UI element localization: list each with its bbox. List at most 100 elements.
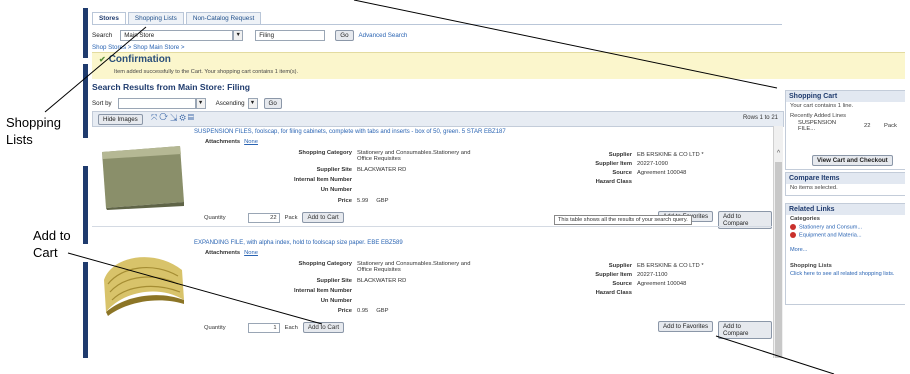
add-to-cart-button[interactable]: Add to Cart bbox=[302, 212, 344, 223]
category-link-text: Equipment and Materia... bbox=[799, 232, 862, 239]
category-icon bbox=[790, 232, 796, 239]
search-input[interactable]: Filing bbox=[255, 30, 326, 41]
recent-line-uom: Pack bbox=[884, 123, 897, 129]
source: Source Agreement 100048 bbox=[562, 281, 686, 287]
uom-label: Each bbox=[284, 324, 298, 331]
gear-icon[interactable]: ⚙ bbox=[179, 113, 187, 122]
value: Agreement 100048 bbox=[637, 170, 687, 176]
cart-status: Your cart contains 1 line. bbox=[790, 103, 854, 109]
check-icon: ✔ bbox=[99, 55, 106, 64]
label: Supplier Item bbox=[595, 272, 632, 278]
tab-divider bbox=[92, 24, 782, 25]
search-label: Search bbox=[92, 32, 113, 39]
value: Stationery and Consumables.Stationery an… bbox=[357, 261, 470, 273]
value: BLACKWATER RD bbox=[357, 278, 407, 284]
label: Hazard Class bbox=[595, 290, 632, 296]
supplier-site: Supplier Site BLACKWATER RD bbox=[252, 167, 407, 173]
callout-text: Lists bbox=[6, 132, 33, 147]
results-list: SUSPENSION FILES, foolscap, for filing c… bbox=[92, 126, 772, 358]
label: Un Number bbox=[320, 187, 352, 193]
advanced-search-link[interactable]: Advanced Search bbox=[359, 32, 408, 39]
cart-title: Shopping Cart bbox=[786, 91, 905, 102]
callout-text: Shopping bbox=[6, 115, 61, 130]
attachments-link[interactable]: None bbox=[244, 250, 258, 256]
quantity-input[interactable]: 1 bbox=[247, 322, 280, 333]
add-to-compare-button[interactable]: Add to Compare bbox=[718, 321, 772, 339]
store-select[interactable]: Main Store bbox=[120, 30, 234, 41]
recent-lines-label: Recently Added Lines bbox=[790, 113, 847, 119]
search-go-button[interactable]: Go bbox=[335, 30, 354, 41]
value: 20227-1090 bbox=[637, 161, 668, 167]
product-image-expanding-file[interactable] bbox=[98, 250, 188, 321]
chevron-up-icon[interactable]: ^ bbox=[774, 150, 783, 157]
sort-go-button[interactable]: Go bbox=[263, 98, 282, 109]
un-number: Un Number bbox=[252, 298, 352, 304]
chevron-down-icon[interactable]: ▼ bbox=[247, 98, 258, 109]
tab-stores[interactable]: Stores bbox=[92, 12, 126, 24]
currency-value: GBP bbox=[376, 308, 389, 314]
chevron-down-icon[interactable]: ▼ bbox=[233, 30, 244, 41]
app-screenshot: Stores Shopping Lists Non-Catalog Reques… bbox=[83, 8, 905, 358]
quantity-row: Quantity 22 Pack Add to Cart bbox=[204, 212, 344, 223]
supplier-site: Supplier Site BLACKWATER RD bbox=[252, 278, 407, 284]
search-row: Search Main Store ▼ Filing Go Advanced S… bbox=[92, 30, 407, 41]
value: BLACKWATER RD bbox=[357, 167, 407, 173]
confirmation-banner: ✔ Confirmation Item added successfully to… bbox=[92, 52, 905, 79]
quantity-label: Quantity bbox=[204, 214, 226, 221]
attachments-link[interactable]: None bbox=[244, 139, 258, 145]
price-value: 0.95 bbox=[357, 308, 369, 314]
compare-items-panel: Compare Items No items selected. bbox=[785, 172, 905, 196]
shopping-category: Shopping Category Stationery and Consumab… bbox=[252, 261, 471, 273]
label: Source bbox=[612, 281, 632, 287]
row-separator bbox=[92, 226, 772, 227]
un-number: Un Number bbox=[252, 187, 352, 193]
quantity-label: Quantity bbox=[204, 324, 226, 331]
sort-field-select[interactable] bbox=[117, 98, 196, 109]
tab-shopping-lists[interactable]: Shopping Lists bbox=[127, 12, 184, 24]
quantity-input[interactable]: 22 bbox=[247, 212, 280, 223]
product-image-suspension-file[interactable] bbox=[96, 144, 188, 215]
label: Price bbox=[337, 198, 352, 204]
compare-title: Compare Items bbox=[786, 173, 905, 184]
view-cart-checkout-button[interactable]: View Cart and Checkout bbox=[812, 155, 893, 166]
attachments-row: Attachments None bbox=[205, 250, 258, 256]
scroll-thumb[interactable] bbox=[775, 162, 782, 358]
value: EB ERSKINE & CO LTD * bbox=[637, 152, 704, 158]
menu-icon[interactable]: ▤ bbox=[188, 113, 196, 122]
label: Shopping Category bbox=[298, 150, 352, 156]
breadcrumb[interactable]: Shop Stores > Shop Main Store > bbox=[92, 44, 185, 51]
shopping-lists-link[interactable]: Click here to see all related shopping l… bbox=[786, 270, 905, 278]
shopping-lists-title: Shopping Lists bbox=[790, 262, 832, 269]
sort-order-select[interactable]: Ascending bbox=[216, 100, 245, 107]
label: Price bbox=[337, 308, 352, 314]
quantity-row: Quantity 1 Each Add to Cart bbox=[204, 322, 345, 333]
category-link-stationery[interactable]: Stationery and Consum... bbox=[786, 223, 905, 231]
label: Un Number bbox=[320, 298, 352, 304]
chevron-down-icon[interactable]: ▼ bbox=[195, 98, 206, 109]
recent-line-name[interactable]: SUSPENSION FILE... bbox=[798, 120, 836, 132]
supplier-item: Supplier Item 20227-1100 bbox=[562, 272, 668, 278]
value: 20227-1100 bbox=[637, 272, 668, 278]
hazard-class: Hazard Class bbox=[562, 290, 632, 296]
product-title-link[interactable]: SUSPENSION FILES, foolscap, for filing c… bbox=[194, 129, 506, 135]
table-tooltip: This table shows all the results of your… bbox=[554, 215, 692, 225]
refresh-icon[interactable]: ⟳ bbox=[159, 113, 170, 122]
more-link[interactable]: More... bbox=[786, 246, 905, 254]
tab-non-catalog-request[interactable]: Non-Catalog Request bbox=[185, 12, 262, 24]
category-link-equipment[interactable]: Equipment and Materia... bbox=[786, 231, 905, 239]
attachments-label: Attachments bbox=[205, 139, 241, 145]
results-scrollbar[interactable]: ^ bbox=[773, 126, 783, 358]
price: Price 0.95 GBP bbox=[252, 308, 389, 314]
add-to-cart-button[interactable]: Add to Cart bbox=[302, 322, 345, 333]
label: Hazard Class bbox=[595, 179, 632, 185]
product-title-link[interactable]: EXPANDING FILE, with alpha index, hold t… bbox=[194, 240, 403, 246]
label: Source bbox=[612, 170, 632, 176]
nav-color-bar bbox=[83, 8, 88, 358]
hide-images-button[interactable]: Hide Images bbox=[98, 114, 143, 125]
label: Supplier Site bbox=[316, 278, 352, 284]
attachments-label: Attachments bbox=[205, 250, 241, 256]
add-to-favorites-button[interactable]: Add to Favorites bbox=[658, 321, 714, 332]
confirmation-title: ✔ Confirmation bbox=[99, 54, 171, 65]
export-icon[interactable]: ⇲ bbox=[170, 113, 179, 122]
categories-label: Categories bbox=[790, 216, 820, 222]
